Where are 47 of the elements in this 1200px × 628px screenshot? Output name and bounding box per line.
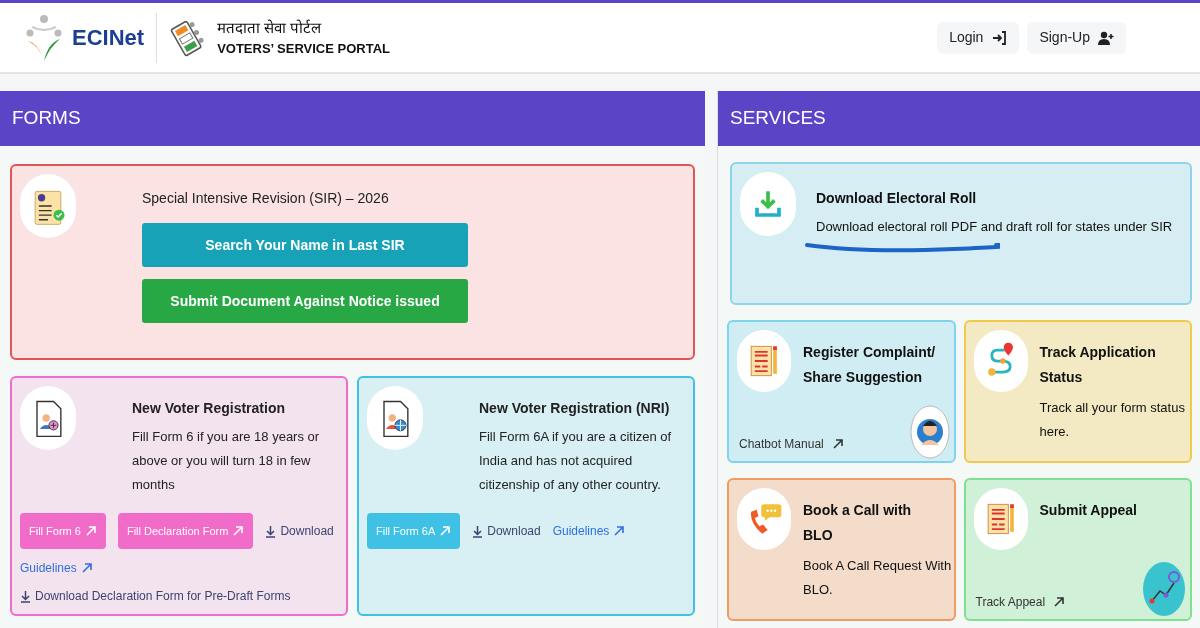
- service-card[interactable]: Track Application Status Track all your form status here.: [963, 320, 1192, 463]
- card-link[interactable]: Track Appeal: [975, 593, 1066, 611]
- card-title: Download Electoral Roll: [816, 189, 978, 208]
- card-description: Book A Call Request With BLO.: [803, 557, 953, 599]
- download-link[interactable]: Download: [472, 522, 541, 540]
- ecinet-logo-icon: [24, 12, 64, 63]
- external-link-icon: [831, 438, 844, 450]
- sir-title: Special Intensive Revision (SIR) – 2026: [142, 189, 390, 208]
- portal-title: VOTERS’ SERVICE PORTAL: [217, 40, 390, 58]
- download-icon: [472, 524, 484, 538]
- card-title: Register Complaint/ Share Suggestion: [803, 343, 937, 387]
- login-icon: [991, 29, 1008, 46]
- card-description: Fill Form 6 if you are 18 years or above or you will turn 18 in few months: [132, 428, 321, 494]
- card-description: Fill Form 6A if you are a citizen of India and has not acquired citizenship of any other country.: [479, 428, 673, 494]
- portal-title-hindi: मतदाता सेवा पोर्टल: [217, 17, 323, 38]
- avatar-badge-icon: [909, 405, 950, 459]
- card-link[interactable]: Chatbot Manual: [739, 435, 844, 453]
- panel-header: SERVICES: [718, 91, 1200, 146]
- user-plus-icon: [1098, 29, 1114, 46]
- download-icon: [265, 524, 277, 538]
- external-link-icon: [1053, 596, 1066, 608]
- route-map-icon: [1142, 561, 1186, 617]
- guidelines-link[interactable]: Guidelines: [20, 559, 93, 577]
- service-card[interactable]: Book a Call with BLO Book A Call Request With BLO.: [727, 478, 956, 621]
- external-link-icon: [232, 525, 245, 537]
- download-link[interactable]: Download: [265, 522, 334, 540]
- download-icon: [20, 589, 31, 603]
- service-card[interactable]: Register Complaint/ Share Suggestion Chatbot Manual: [727, 320, 956, 463]
- external-link-icon: [439, 525, 452, 537]
- logo-text: ECINet: [72, 12, 158, 63]
- card-title: New Voter Registration (NRI): [479, 399, 671, 418]
- signup-button[interactable]: Sign-Up: [1027, 21, 1126, 54]
- card-title: Submit Appeal: [1039, 501, 1138, 520]
- login-button[interactable]: Login: [937, 21, 1020, 54]
- guidelines-link[interactable]: Guidelines: [552, 522, 626, 540]
- card-description: Track all your form status here.: [1039, 399, 1186, 441]
- card-title: Track Application Status: [1039, 343, 1157, 387]
- download-link[interactable]: Download Declaration Form for Pre-Draft Forms: [20, 587, 291, 605]
- service-card[interactable]: Download Electoral Roll Download electoral roll PDF and draft roll for states under SIR: [730, 162, 1192, 305]
- external-link-icon: [80, 562, 93, 574]
- service-card[interactable]: Submit Appeal Track Appeal: [963, 478, 1192, 621]
- panel-header: FORMS: [0, 91, 705, 146]
- external-link-icon: [613, 525, 626, 537]
- card-title: Book a Call with BLO: [803, 501, 913, 545]
- card-title: New Voter Registration: [132, 399, 286, 418]
- card-description: Download electoral roll PDF and draft roll for states under SIR: [816, 218, 1174, 236]
- external-link-icon: [84, 525, 97, 537]
